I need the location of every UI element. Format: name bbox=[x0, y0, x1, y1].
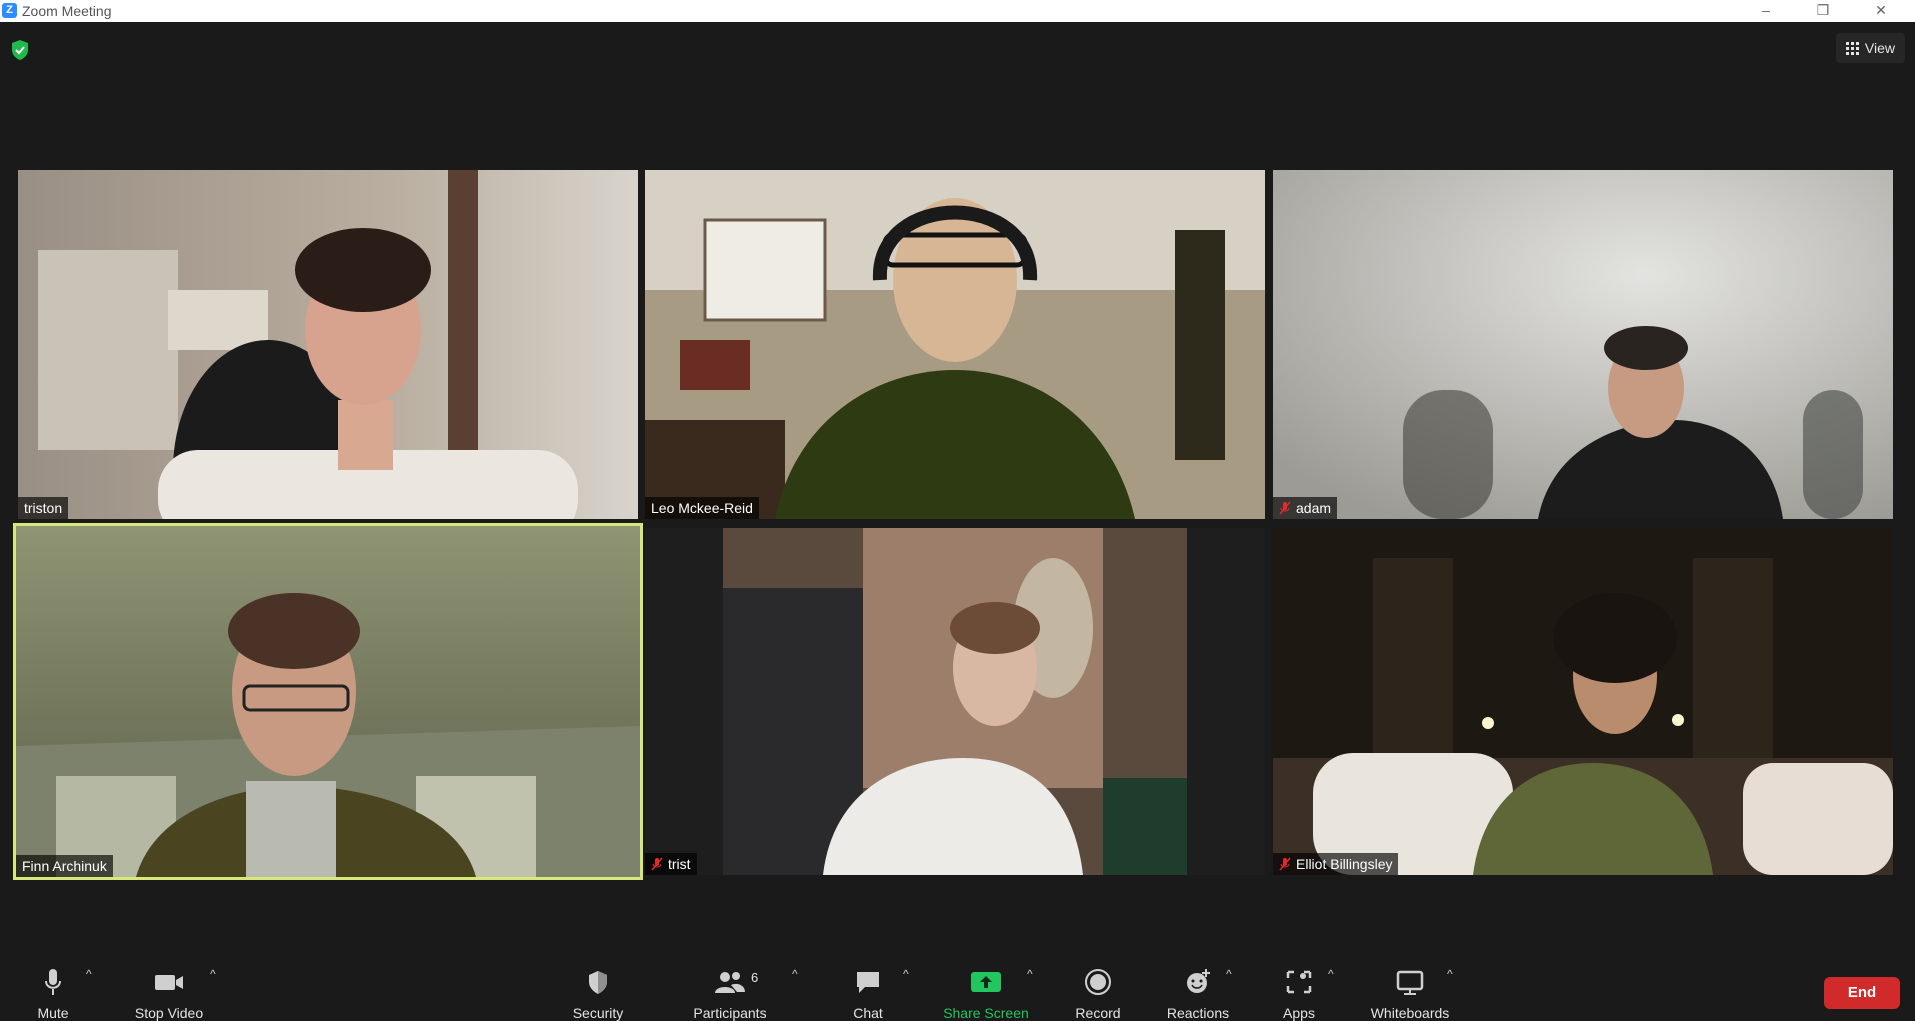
apps-icon bbox=[1286, 970, 1312, 994]
restore-button[interactable]: ❐ bbox=[1800, 0, 1846, 22]
whiteboards-options-caret[interactable]: ^ bbox=[1447, 967, 1453, 981]
name-label: trist bbox=[645, 853, 697, 875]
record-button[interactable]: Record bbox=[1071, 947, 1125, 1021]
video-camera-icon bbox=[155, 975, 183, 990]
zoom-logo-icon: Z bbox=[2, 3, 17, 18]
muted-mic-icon bbox=[1279, 857, 1291, 871]
participant-tile-triston[interactable]: triston bbox=[18, 170, 638, 519]
name-label: Finn Archinuk bbox=[16, 855, 113, 877]
view-button[interactable]: View bbox=[1835, 33, 1905, 63]
window-titlebar: Z Zoom Meeting – ❐ ✕ bbox=[0, 0, 1915, 22]
participant-tile-adam[interactable]: adam bbox=[1273, 170, 1893, 519]
name-label: adam bbox=[1273, 497, 1338, 519]
whiteboard-icon bbox=[1396, 970, 1424, 995]
participants-count: 6 bbox=[751, 970, 759, 985]
chat-options-caret[interactable]: ^ bbox=[903, 967, 909, 981]
share-screen-button[interactable]: Share Screen bbox=[940, 947, 1032, 1021]
participants-icon bbox=[715, 972, 745, 993]
muted-mic-icon bbox=[1279, 501, 1291, 515]
participants-button[interactable]: Participants bbox=[688, 947, 772, 1021]
participant-tile-elliot-billingsley[interactable]: Elliot Billingsley bbox=[1273, 528, 1893, 875]
name-label: Leo Mckee-Reid bbox=[645, 497, 759, 519]
whiteboards-button[interactable]: Whiteboards bbox=[1364, 947, 1456, 1021]
participant-tile-finn-archinuk[interactable]: Finn Archinuk bbox=[13, 523, 643, 880]
participant-video bbox=[16, 526, 640, 877]
participant-video bbox=[1273, 170, 1893, 519]
gallery-grid-icon bbox=[1845, 41, 1859, 55]
participants-options-caret[interactable]: ^ bbox=[792, 967, 798, 981]
muted-mic-icon bbox=[651, 857, 663, 871]
participant-video bbox=[1273, 528, 1893, 875]
end-meeting-button[interactable]: End bbox=[1824, 977, 1900, 1009]
participant-video bbox=[18, 170, 638, 519]
security-button[interactable]: Security bbox=[567, 947, 629, 1021]
participant-video bbox=[723, 528, 1187, 875]
mute-button[interactable]: Mute bbox=[30, 947, 76, 1021]
encryption-shield-icon[interactable] bbox=[10, 39, 30, 61]
audio-options-caret[interactable]: ^ bbox=[86, 967, 92, 981]
video-options-caret[interactable]: ^ bbox=[210, 967, 216, 981]
apps-options-caret[interactable]: ^ bbox=[1328, 967, 1334, 981]
stop-video-button[interactable]: Stop Video bbox=[128, 947, 210, 1021]
chat-bubble-icon bbox=[857, 972, 879, 993]
participant-tile-trist[interactable]: trist bbox=[645, 528, 1265, 875]
shield-icon bbox=[589, 971, 607, 994]
reactions-options-caret[interactable]: ^ bbox=[1226, 967, 1232, 981]
record-icon bbox=[1085, 969, 1111, 995]
name-label: triston bbox=[18, 497, 69, 519]
window-title: Zoom Meeting bbox=[22, 3, 112, 19]
reactions-smiley-icon bbox=[1187, 969, 1210, 993]
microphone-icon bbox=[45, 969, 61, 995]
reactions-button[interactable]: Reactions bbox=[1162, 947, 1234, 1021]
participant-tile-leo-mckee-reid[interactable]: Leo Mckee-Reid bbox=[645, 170, 1265, 519]
chat-button[interactable]: Chat bbox=[848, 947, 888, 1021]
apps-button[interactable]: Apps bbox=[1278, 947, 1320, 1021]
minimize-button[interactable]: – bbox=[1743, 0, 1789, 22]
name-label: Elliot Billingsley bbox=[1273, 853, 1399, 875]
share-screen-icon bbox=[971, 972, 1001, 992]
view-label: View bbox=[1864, 40, 1895, 56]
close-button[interactable]: ✕ bbox=[1858, 0, 1904, 22]
meeting-toolbar: Mute ^ Stop Video ^ Security Participant… bbox=[0, 947, 1915, 1021]
participant-video bbox=[645, 170, 1265, 519]
share-options-caret[interactable]: ^ bbox=[1027, 967, 1033, 981]
